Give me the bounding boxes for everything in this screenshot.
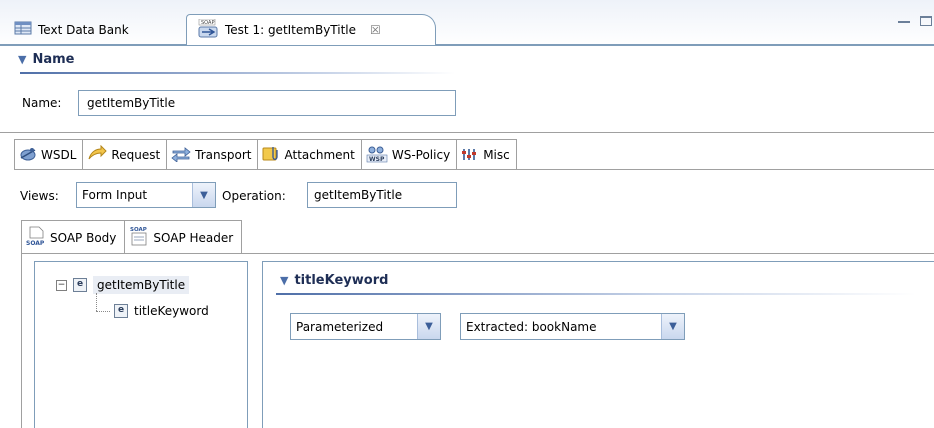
titlekeyword-section-header[interactable]: ▼ titleKeyword bbox=[280, 273, 388, 288]
views-selected-value: Form Input bbox=[82, 188, 148, 202]
name-label: Name: bbox=[22, 96, 62, 110]
chevron-down-icon[interactable]: ▼ bbox=[417, 314, 440, 339]
svg-text:WSP: WSP bbox=[369, 156, 385, 163]
tab-label: SOAP Header bbox=[153, 230, 234, 245]
divider bbox=[14, 169, 934, 170]
views-label: Views: bbox=[20, 189, 59, 203]
views-dropdown[interactable]: Form Input ▼ bbox=[76, 182, 216, 208]
operation-field[interactable]: getItemByTitle bbox=[307, 182, 457, 208]
value-dropdown[interactable]: Extracted: bookName ▼ bbox=[460, 313, 685, 340]
svg-text:SOAP: SOAP bbox=[201, 20, 214, 26]
section-underline bbox=[20, 72, 455, 74]
name-field-value: getItemByTitle bbox=[87, 96, 176, 110]
collapse-arrow-icon: ▼ bbox=[18, 53, 27, 66]
tab-request[interactable]: Request bbox=[83, 140, 168, 170]
tree-item-label: titleKeyword bbox=[134, 304, 209, 318]
svg-text:SOAP: SOAP bbox=[130, 227, 147, 233]
operation-value: getItemByTitle bbox=[314, 188, 403, 202]
soap-body-icon: SOAP bbox=[26, 226, 46, 249]
divider bbox=[21, 253, 22, 428]
tab-wsdl[interactable]: WSDL bbox=[15, 140, 84, 170]
chevron-down-icon[interactable]: ▼ bbox=[192, 183, 215, 207]
tab-test-1[interactable]: SOAP Test 1: getItemByTitle ☒ bbox=[186, 14, 436, 45]
misc-icon bbox=[461, 146, 479, 165]
section-title: Name bbox=[32, 52, 75, 67]
operation-label: Operation: bbox=[222, 189, 286, 203]
soap-header-icon: SOAP bbox=[129, 225, 149, 250]
soap-tab-bar: SOAP SOAP Body SOAP SOAP Header bbox=[21, 220, 243, 254]
collapse-icon[interactable]: − bbox=[56, 279, 67, 291]
name-field[interactable]: getItemByTitle bbox=[78, 90, 456, 116]
attachment-icon bbox=[262, 146, 280, 165]
value-selected-value: Extracted: bookName bbox=[466, 319, 597, 334]
tab-label: Request bbox=[111, 148, 161, 162]
section-title: titleKeyword bbox=[294, 273, 389, 288]
request-tab-bar: WSDL Request Transport Attachment WSP WS… bbox=[14, 139, 517, 170]
divider bbox=[21, 253, 934, 254]
tab-label: Attachment bbox=[284, 148, 355, 162]
tree-connector bbox=[96, 311, 110, 312]
transport-icon bbox=[171, 146, 191, 165]
ws-policy-icon: WSP bbox=[366, 145, 388, 166]
table-icon bbox=[14, 20, 32, 39]
name-section-header[interactable]: ▼ Name bbox=[18, 52, 74, 67]
mode-dropdown[interactable]: Parameterized ▼ bbox=[290, 313, 441, 340]
tab-label: WSDL bbox=[41, 148, 77, 162]
tab-soap-body[interactable]: SOAP SOAP Body bbox=[22, 221, 126, 254]
divider bbox=[0, 132, 934, 133]
request-icon bbox=[87, 144, 108, 166]
element-icon: e bbox=[114, 304, 128, 318]
chevron-down-icon[interactable]: ▼ bbox=[661, 314, 684, 339]
mode-selected-value: Parameterized bbox=[296, 319, 384, 334]
close-icon[interactable]: ☒ bbox=[370, 23, 381, 37]
tree-item-getitembytitle[interactable]: − e getItemByTitle bbox=[56, 276, 190, 294]
tab-label: SOAP Body bbox=[50, 230, 117, 245]
minimize-icon[interactable] bbox=[898, 21, 910, 23]
tree-item-label: getItemByTitle bbox=[93, 276, 190, 294]
section-underline bbox=[276, 293, 916, 295]
soap-client-icon: SOAP bbox=[197, 18, 219, 42]
wsdl-icon bbox=[19, 146, 37, 165]
tab-label: Transport bbox=[195, 148, 252, 162]
tab-ws-policy[interactable]: WSP WS-Policy bbox=[362, 140, 458, 170]
tab-misc[interactable]: Misc bbox=[457, 140, 516, 170]
element-icon: e bbox=[73, 278, 87, 292]
tree-connector bbox=[96, 293, 97, 311]
tab-label: Test 1: getItemByTitle bbox=[225, 23, 357, 37]
tab-label: Misc bbox=[483, 148, 510, 162]
tab-transport[interactable]: Transport bbox=[167, 140, 259, 170]
svg-text:SOAP: SOAP bbox=[26, 240, 45, 246]
tab-text-data-bank[interactable]: Text Data Bank bbox=[4, 14, 174, 45]
maximize-icon[interactable] bbox=[920, 16, 932, 26]
tab-soap-header[interactable]: SOAP SOAP Header bbox=[125, 221, 242, 254]
tab-label: Text Data Bank bbox=[38, 22, 129, 37]
tree-item-titlekeyword[interactable]: e titleKeyword bbox=[114, 304, 209, 318]
tab-label: WS-Policy bbox=[391, 148, 451, 162]
tab-attachment[interactable]: Attachment bbox=[258, 140, 362, 170]
collapse-arrow-icon: ▼ bbox=[280, 274, 289, 287]
